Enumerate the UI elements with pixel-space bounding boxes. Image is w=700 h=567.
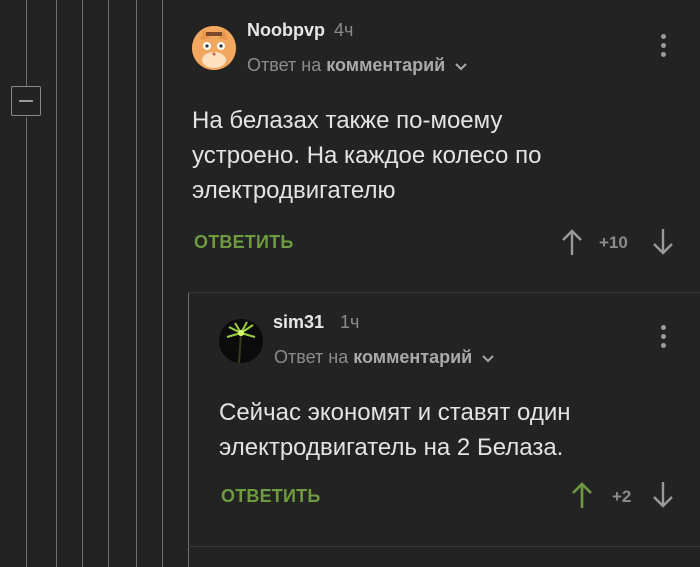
reply-author[interactable]: sim31 bbox=[273, 312, 324, 333]
dot bbox=[661, 52, 666, 57]
thread-line[interactable] bbox=[26, 117, 27, 567]
comment-score: +10 bbox=[599, 233, 628, 252]
arrow-down-icon bbox=[653, 482, 673, 508]
reply-target: комментарий bbox=[326, 55, 446, 75]
reply-text: Сейчас экономят и ставят один электродви… bbox=[219, 395, 571, 465]
reply-button[interactable]: ОТВЕТИТЬ bbox=[221, 486, 320, 507]
cat-avatar-icon bbox=[192, 26, 236, 70]
collapse-thread-button[interactable] bbox=[11, 86, 41, 116]
reply-text-line: Сейчас экономят и ставят один bbox=[219, 399, 571, 426]
palm-tree-avatar-icon bbox=[219, 319, 263, 363]
comment-text: На белазах также по-моему устроено. На к… bbox=[192, 103, 541, 208]
comment-author[interactable]: Noobpvp bbox=[247, 20, 325, 41]
divider bbox=[188, 292, 700, 293]
comment-text-line: электродвигателю bbox=[192, 177, 396, 204]
downvote-button[interactable] bbox=[652, 228, 674, 261]
reply-button[interactable]: ОТВЕТИТЬ bbox=[194, 232, 293, 253]
reply-to-link[interactable]: Ответ на комментарий bbox=[274, 347, 495, 369]
avatar[interactable] bbox=[219, 319, 263, 363]
dot bbox=[661, 325, 666, 330]
comment-text-line: На белазах также по-моему bbox=[192, 107, 503, 134]
divider bbox=[188, 546, 700, 547]
upvote-button[interactable] bbox=[571, 481, 593, 514]
arrow-up-icon bbox=[562, 229, 582, 255]
comments-page: Noobpvp 4ч Ответ на комментарий На белаз… bbox=[0, 0, 700, 567]
minus-square-icon bbox=[19, 100, 33, 102]
chevron-down-icon bbox=[481, 348, 495, 369]
reply-score: +2 bbox=[612, 487, 632, 506]
thread-line[interactable] bbox=[26, 0, 27, 86]
thread-line[interactable] bbox=[108, 0, 109, 567]
comment-text-line: устроено. На каждое колесо по bbox=[192, 142, 542, 169]
reply-prefix: Ответ на bbox=[247, 55, 322, 75]
arrow-up-icon bbox=[572, 482, 592, 508]
reply-target: комментарий bbox=[353, 347, 473, 367]
comment-menu-button[interactable] bbox=[661, 34, 667, 60]
thread-line[interactable] bbox=[136, 0, 137, 567]
reply-time: 1ч bbox=[340, 312, 360, 332]
comment-menu-button[interactable] bbox=[661, 325, 667, 351]
reply-prefix: Ответ на bbox=[274, 347, 349, 367]
thread-line[interactable] bbox=[162, 0, 163, 567]
dot bbox=[661, 334, 666, 339]
comment-time: 4ч bbox=[334, 20, 354, 40]
downvote-button[interactable] bbox=[652, 481, 674, 514]
dot bbox=[661, 34, 666, 39]
upvote-button[interactable] bbox=[561, 228, 583, 261]
arrow-down-icon bbox=[653, 229, 673, 255]
reply-to-link[interactable]: Ответ на комментарий bbox=[247, 55, 468, 77]
dot bbox=[661, 343, 666, 348]
avatar[interactable] bbox=[192, 26, 236, 70]
thread-line[interactable] bbox=[188, 292, 189, 567]
thread-line[interactable] bbox=[82, 0, 83, 567]
thread-line[interactable] bbox=[56, 0, 57, 567]
dot bbox=[661, 43, 666, 48]
reply-text-line: электродвигатель на 2 Белаза. bbox=[219, 434, 564, 461]
chevron-down-icon bbox=[454, 56, 468, 77]
